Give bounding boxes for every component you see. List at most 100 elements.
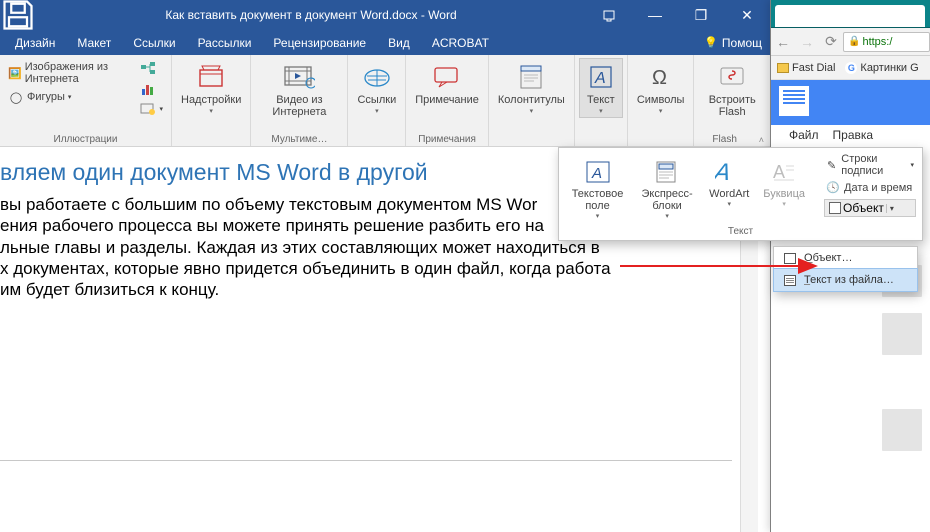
dropcap-button[interactable]: A Буквица ▾ [758, 154, 810, 223]
quickparts-button[interactable]: Экспресс-блоки ▾ [634, 154, 700, 223]
comment-icon [431, 61, 463, 93]
bookmark-fast-dial[interactable]: Fast Dial [777, 62, 835, 74]
text-button[interactable]: A Текст ▾ [579, 58, 623, 118]
word-title-bar: Как вставить документ в документ Word.do… [0, 0, 770, 30]
text-group-label: Текст [559, 223, 922, 240]
group-addins: Надстройки ▾ [172, 55, 251, 146]
links-button[interactable]: Ссылки ▾ [352, 58, 401, 118]
headerfooter-button[interactable]: Колонтитулы ▾ [493, 58, 570, 118]
object-dropdown-icon[interactable]: ▾ [886, 204, 911, 213]
folder-icon [777, 63, 789, 73]
google-docs-bar [771, 80, 930, 125]
gmenu-edit[interactable]: Правка [833, 128, 874, 142]
docs-icon [779, 86, 809, 116]
tab-review[interactable]: Рецензирование [262, 30, 377, 55]
menu-object[interactable]: Объект… [774, 247, 917, 269]
flash-button[interactable]: Встроить Flash [698, 58, 766, 121]
group-illustrations: 🖼️Изображения из Интернета ◯Фигуры ▾ ▾ И… [0, 55, 172, 146]
signature-icon: ✎ [826, 159, 837, 172]
online-pictures-icon: 🖼️ [8, 65, 22, 81]
save-icon[interactable] [0, 0, 36, 30]
tab-mailings[interactable]: Рассылки [187, 30, 263, 55]
group-comments-label: Примечания [410, 133, 484, 145]
screenshot-icon [140, 101, 156, 117]
google-icon: G [845, 62, 857, 74]
address-bar[interactable]: 🔒 https:/ [843, 32, 930, 52]
tab-design[interactable]: Дизайн [4, 30, 66, 55]
menu-text-from-file[interactable]: Текст из файла… [773, 268, 918, 292]
wordart-icon: A [714, 157, 744, 187]
tab-view[interactable]: Вид [377, 30, 421, 55]
tell-me[interactable]: 💡 Помощ [704, 36, 762, 50]
comment-label: Примечание [415, 94, 479, 106]
google-docs-menu: Файл Правка [771, 125, 930, 145]
reload-button[interactable]: ⟳ [819, 33, 843, 50]
minimize-button[interactable]: — [632, 0, 678, 30]
symbols-label: Символы [637, 94, 685, 106]
screenshot-button[interactable]: ▾ [138, 100, 165, 118]
page-break [0, 460, 732, 461]
gmenu-file[interactable]: Файл [789, 128, 819, 142]
group-headerfooter: Колонтитулы ▾ [489, 55, 575, 146]
addins-button[interactable]: Надстройки ▾ [176, 58, 246, 118]
tab-links[interactable]: Ссылки [122, 30, 186, 55]
comment-button[interactable]: Примечание [410, 58, 484, 109]
online-video-label: Видео из Интернета [272, 94, 326, 118]
svg-text:A: A [715, 159, 733, 186]
object-split-button[interactable]: Объект ▾ [824, 199, 916, 217]
lock-icon: 🔒 [848, 36, 860, 47]
dropcap-label: Буквица [763, 188, 805, 200]
quickparts-icon [652, 157, 682, 187]
svg-text:Ω: Ω [652, 67, 667, 89]
textbox-label: Текстовое поле [572, 188, 624, 212]
wordart-button[interactable]: A WordArt ▾ [704, 154, 754, 223]
addins-label: Надстройки [181, 94, 241, 106]
tab-acrobat[interactable]: ACROBAT [421, 30, 500, 55]
browser-toolbar: ← → ⟳ 🔒 https:/ [771, 28, 930, 56]
text-from-file-icon [782, 273, 798, 287]
smartart-button[interactable] [138, 60, 165, 78]
flash-label: Встроить Flash [709, 94, 756, 118]
object-label: Объект [843, 201, 884, 215]
datetime-button[interactable]: 🕓 Дата и время [824, 180, 916, 195]
close-button[interactable]: ✕ [724, 0, 770, 30]
online-video-button[interactable]: Видео из Интернета [255, 58, 343, 121]
restore-button[interactable]: ❐ [678, 0, 724, 30]
headerfooter-icon [515, 61, 547, 93]
links-label: Ссылки [357, 94, 396, 106]
group-symbols: Ω Символы ▾ [628, 55, 695, 146]
datetime-icon: 🕓 [826, 181, 840, 194]
menu-text-from-file-label: Текст из файла… [804, 274, 894, 286]
symbols-button[interactable]: Ω Символы ▾ [632, 58, 690, 118]
shapes[interactable]: ◯Фигуры ▾ [6, 88, 132, 106]
shapes-label: Фигуры [27, 91, 65, 103]
datetime-label: Дата и время [844, 182, 912, 194]
signature-line-button[interactable]: ✎Строки подписи ▾ [824, 152, 916, 178]
collapse-ribbon-icon[interactable]: ˄ [757, 135, 766, 145]
bookmark-images[interactable]: GКартинки G [845, 62, 918, 74]
bookmark-fast-dial-label: Fast Dial [792, 62, 835, 74]
text-dropdown-panel: A Текстовое поле ▾ Экспресс-блоки ▾ A Wo… [558, 147, 923, 241]
online-pictures[interactable]: 🖼️Изображения из Интернета [6, 60, 132, 86]
group-media: Видео из Интернета Мультиме… [251, 55, 348, 146]
forward-button[interactable]: → [795, 34, 819, 50]
ribbon-display-options-button[interactable] [586, 0, 632, 30]
window-title: Как вставить документ в документ Word.do… [36, 8, 586, 22]
quickparts-label: Экспресс-блоки [642, 188, 693, 212]
content-placeholder [882, 409, 922, 451]
textbox-icon: A [583, 157, 613, 187]
svg-text:A: A [591, 165, 602, 182]
flash-icon [716, 61, 748, 93]
text-icon: A [585, 61, 617, 93]
bulb-icon: 💡 [704, 36, 718, 49]
tell-me-label: Помощ [722, 36, 762, 50]
object-icon [829, 202, 841, 214]
chart-button[interactable] [138, 80, 165, 98]
textbox-button[interactable]: A Текстовое поле ▾ [565, 154, 630, 223]
browser-tab[interactable] [775, 5, 925, 27]
link-icon [361, 61, 393, 93]
back-button[interactable]: ← [771, 34, 795, 50]
object-menu-icon [782, 251, 798, 265]
group-illustrations-label: Иллюстрации [4, 133, 167, 145]
tab-layout[interactable]: Макет [66, 30, 122, 55]
